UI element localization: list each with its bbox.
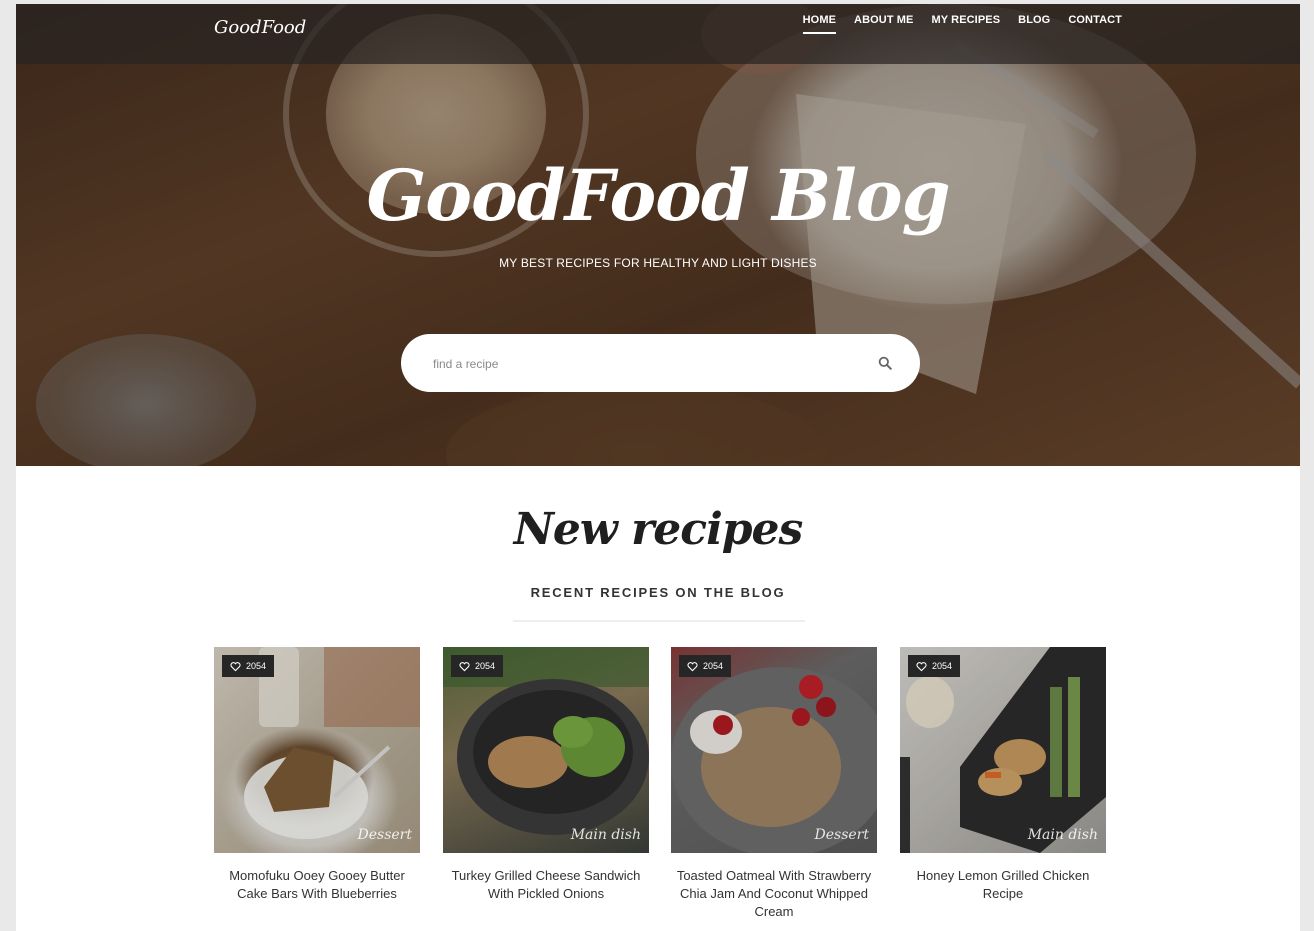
heart-icon [459,661,470,671]
heart-icon [916,661,927,671]
recipe-title[interactable]: Momofuku Ooey Gooey Butter Cake Bars Wit… [214,867,420,903]
search-icon[interactable] [878,356,892,370]
category-label: Main dish [1027,827,1098,843]
like-badge[interactable]: 2054 [451,655,504,677]
top-navigation-bar: GoodFood HOME ABOUT ME MY RECIPES BLOG C… [16,4,1300,64]
nav-contact[interactable]: CONTACT [1068,14,1122,34]
main-nav: HOME ABOUT ME MY RECIPES BLOG CONTACT [802,14,1122,34]
image-shade [671,647,877,853]
recipe-card[interactable]: 2054 Dessert Momofuku Ooey Gooey Butter … [214,647,420,903]
category-label: Dessert [814,827,869,843]
page: GoodFood HOME ABOUT ME MY RECIPES BLOG C… [16,4,1300,931]
like-badge[interactable]: 2054 [222,655,275,677]
recipe-search-input[interactable] [431,334,855,394]
nav-home[interactable]: HOME [802,14,837,34]
section-subtitle: RECENT RECIPES ON THE BLOG [530,585,786,600]
heart-icon [687,661,698,671]
recipe-search-box [401,334,920,394]
category-label: Dessert [357,827,412,843]
hero-banner: GoodFood HOME ABOUT ME MY RECIPES BLOG C… [16,4,1300,466]
image-shade [443,647,649,853]
recipe-image[interactable]: 2054 Main dish [443,647,649,853]
nav-blog[interactable]: BLOG [1018,14,1050,34]
recipe-image[interactable]: 2054 Dessert [214,647,420,853]
nav-my-recipes[interactable]: MY RECIPES [932,14,1001,34]
like-count: 2054 [475,661,496,671]
recipe-image[interactable]: 2054 Dessert [671,647,877,853]
image-shade [900,647,1106,853]
section-divider [513,620,805,622]
like-badge[interactable]: 2054 [679,655,732,677]
recipe-card[interactable]: 2054 Main dish Turkey Grilled Cheese San… [443,647,649,903]
heart-icon [230,661,241,671]
recipe-title[interactable]: Toasted Oatmeal With Strawberry Chia Jam… [671,867,877,921]
recipe-title[interactable]: Turkey Grilled Cheese Sandwich With Pick… [443,867,649,903]
like-count: 2054 [246,661,267,671]
recipe-card[interactable]: 2054 Main dish Honey Lemon Grilled Chick… [900,647,1106,903]
recipe-card-grid: 2054 Dessert Momofuku Ooey Gooey Butter … [214,647,1106,931]
hero-subtitle: MY BEST RECIPES FOR HEALTHY AND LIGHT DI… [499,256,817,270]
nav-about-me[interactable]: ABOUT ME [854,14,913,34]
like-count: 2054 [932,661,953,671]
category-label: Main dish [570,827,641,843]
site-logo[interactable]: GoodFood [214,17,306,38]
recipe-image[interactable]: 2054 Main dish [900,647,1106,853]
like-count: 2054 [703,661,724,671]
like-badge[interactable]: 2054 [908,655,961,677]
hero-title: GoodFood Blog [366,154,950,237]
recipe-card[interactable]: 2054 Dessert Toasted Oatmeal With Strawb… [671,647,877,921]
recipe-title[interactable]: Honey Lemon Grilled Chicken Recipe [900,867,1106,903]
image-shade [214,647,420,853]
section-title: New recipes [513,504,804,555]
